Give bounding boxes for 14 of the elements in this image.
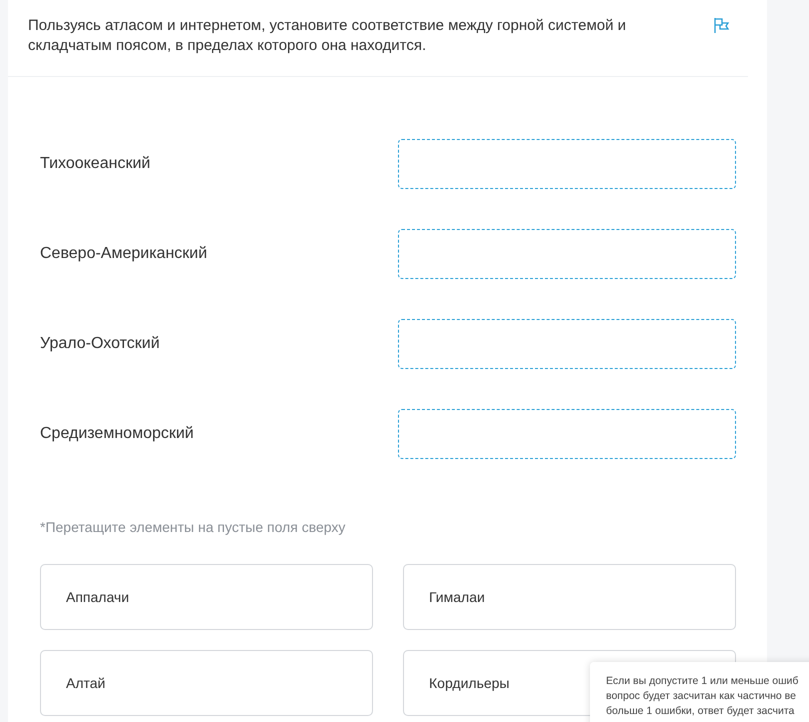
belt-label: Тихоокеанский xyxy=(40,154,150,174)
drop-field[interactable] xyxy=(398,229,736,279)
drop-field[interactable] xyxy=(398,319,736,369)
question-text: Пользуясь атласом и интернетом, установите соответствие между горной системой и складчатым поясом, в пределах которого она находится. xyxy=(28,16,628,56)
belt-label: Средиземноморский xyxy=(40,424,194,444)
belt-label: Урало-Охотский xyxy=(40,334,160,354)
drop-field[interactable] xyxy=(398,139,736,189)
option-card[interactable]: Алтай xyxy=(40,650,373,716)
hint-text: *Перетащите элементы на пустые поля сверху xyxy=(40,518,346,537)
drop-field[interactable] xyxy=(398,409,736,459)
option-card[interactable]: Гималаи xyxy=(403,564,736,630)
option-card[interactable]: Аппалачи xyxy=(40,564,373,630)
flag-icon[interactable] xyxy=(713,17,730,34)
belt-label: Северо-Американский xyxy=(40,244,208,264)
